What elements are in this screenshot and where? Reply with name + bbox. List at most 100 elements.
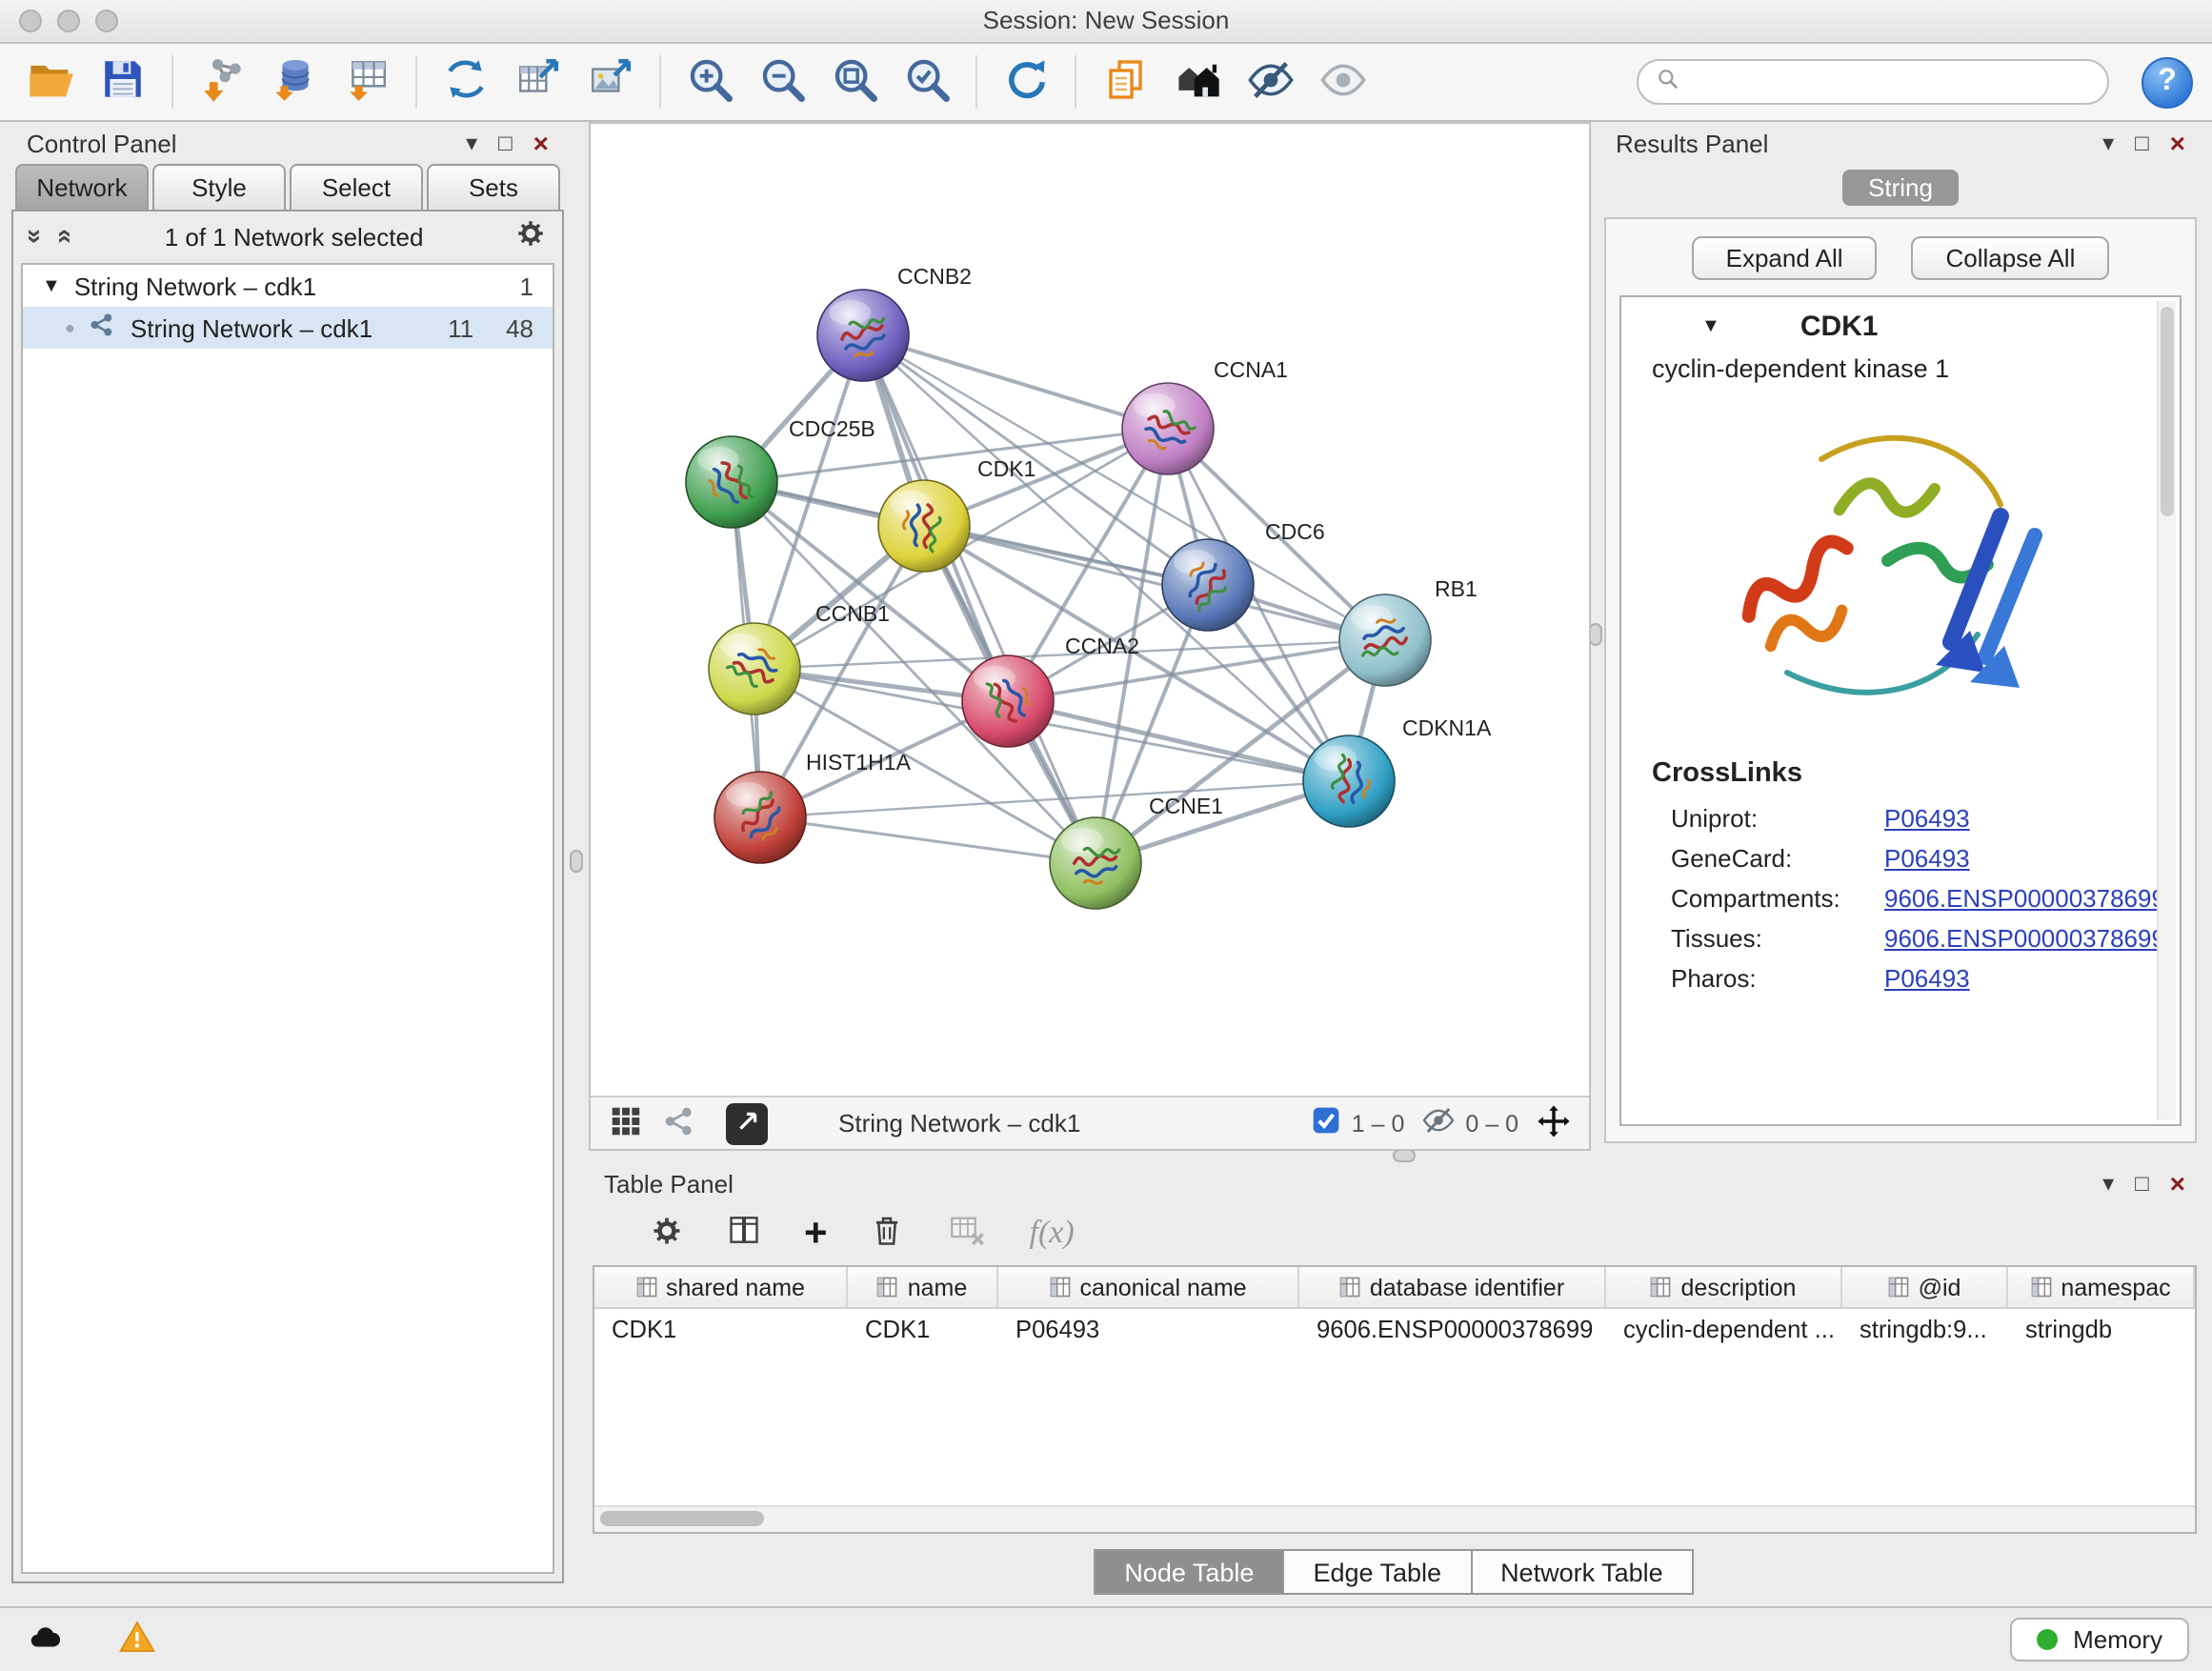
checkbox-icon: [1312, 1105, 1342, 1141]
tree-expander-icon[interactable]: ▼: [42, 275, 61, 296]
move-icon: [1536, 1116, 1572, 1144]
expand-networks-button[interactable]: »: [21, 229, 51, 244]
network-view-panel: CCNB2CCNA1CDC25BCDK1CDC6RB1CCNB1CCNA2CDK…: [589, 122, 1591, 1151]
entry-collapse-icon[interactable]: ▼: [1701, 316, 1720, 337]
column-header[interactable]: namespac: [2008, 1267, 2195, 1307]
tab-style[interactable]: Style: [152, 164, 286, 210]
open-in-new-window-button[interactable]: [726, 1102, 768, 1144]
crosslink-label: GeneCard:: [1671, 844, 1884, 873]
export-image-button[interactable]: [579, 50, 642, 114]
crosslink-label: Uniprot:: [1671, 804, 1884, 833]
expand-all-button[interactable]: Expand All: [1692, 236, 1878, 280]
crosslink-link[interactable]: 9606.ENSP00000378699: [1884, 924, 2165, 953]
tab-sets[interactable]: Sets: [427, 164, 560, 210]
crosslink-link[interactable]: 9606.ENSP00000378699: [1884, 884, 2165, 913]
delete-column-button[interactable]: [870, 1211, 906, 1255]
show-all-button[interactable]: [1311, 50, 1374, 114]
apply-layout-button[interactable]: [995, 50, 1057, 114]
table-row[interactable]: CDK1 CDK1 P06493 9606.ENSP00000378699 cy…: [594, 1309, 2195, 1349]
panel-menu-button[interactable]: ▾: [466, 131, 477, 154]
panel-menu-button[interactable]: ▾: [2102, 1172, 2114, 1195]
panel-float-button[interactable]: □: [2135, 131, 2149, 154]
import-network-database-button[interactable]: [263, 50, 326, 114]
import-table-button[interactable]: [335, 50, 398, 114]
splitter-handle[interactable]: [1393, 1149, 1416, 1162]
cell-description[interactable]: cyclin-dependent ...: [1606, 1315, 1842, 1343]
open-session-button[interactable]: [19, 50, 82, 114]
toolbar-separator: [415, 55, 417, 109]
pan-mode-button[interactable]: [1536, 1102, 1572, 1144]
cell-id[interactable]: stringdb:9...: [1842, 1315, 2008, 1343]
tab-select[interactable]: Select: [290, 164, 423, 210]
crosslink-label: Tissues:: [1671, 924, 1884, 953]
zoom-in-button[interactable]: [678, 50, 741, 114]
column-header[interactable]: @id: [1842, 1267, 2008, 1307]
zoom-fit-button[interactable]: [823, 50, 886, 114]
zoom-selected-button[interactable]: [895, 50, 958, 114]
panel-close-button[interactable]: ×: [533, 130, 549, 156]
delete-table-button[interactable]: [948, 1210, 988, 1256]
birdseye-view-button[interactable]: [608, 1102, 644, 1144]
column-label: namespac: [2061, 1274, 2170, 1300]
network-collection-row[interactable]: ▼ String Network – cdk1 1: [23, 265, 553, 307]
tab-network-table[interactable]: Network Table: [1470, 1549, 1694, 1595]
cell-database-identifier[interactable]: 9606.ENSP00000378699: [1299, 1315, 1606, 1343]
question-mark: ?: [2158, 65, 2177, 99]
create-column-button[interactable]: +: [804, 1213, 828, 1253]
cloud-status-button[interactable]: [23, 1619, 67, 1661]
column-header[interactable]: description: [1606, 1267, 1842, 1307]
splitter-handle[interactable]: [570, 850, 583, 873]
panel-menu-button[interactable]: ▾: [2102, 131, 2114, 154]
network-canvas[interactable]: CCNB2CCNA1CDC25BCDK1CDC6RB1CCNB1CCNA2CDK…: [591, 124, 1589, 1096]
memory-button[interactable]: Memory: [2010, 1618, 2189, 1661]
scrollbar-thumb[interactable]: [600, 1511, 764, 1526]
string-results-tab[interactable]: String: [1841, 170, 1960, 206]
crosslink-link[interactable]: P06493: [1884, 844, 1970, 873]
help-button[interactable]: ?: [2142, 56, 2193, 108]
new-network-from-selection-button[interactable]: [434, 50, 497, 114]
column-header[interactable]: name: [848, 1267, 998, 1307]
save-session-button[interactable]: [91, 50, 154, 114]
database-import-icon: [271, 55, 318, 109]
node-result-entry: ▼ CDK1 cyclin-dependent kinase 1: [1619, 295, 2182, 1126]
network-options-gear-button[interactable]: [514, 217, 547, 255]
tab-edge-table[interactable]: Edge Table: [1282, 1549, 1472, 1595]
network-row[interactable]: ● String Network – cdk1 11 48: [23, 307, 553, 349]
panel-close-button[interactable]: ×: [2170, 130, 2185, 156]
gear-icon: [514, 227, 547, 255]
zoom-out-button[interactable]: [751, 50, 814, 114]
export-table-button[interactable]: [507, 50, 570, 114]
tab-network[interactable]: Network: [15, 164, 149, 210]
panel-float-button[interactable]: □: [498, 131, 513, 154]
collapse-networks-button[interactable]: «: [50, 229, 81, 244]
string-results-box: Expand All Collapse All ▼ CDK1 cyclin-de…: [1604, 217, 2197, 1143]
string-home-button[interactable]: [1166, 50, 1229, 114]
cell-name[interactable]: CDK1: [848, 1315, 998, 1343]
table-horizontal-scrollbar[interactable]: [594, 1505, 2195, 1532]
crosslink-row: Compartments: 9606.ENSP00000378699: [1621, 878, 2180, 918]
duplicate-network-button[interactable]: [1094, 50, 1156, 114]
panel-float-button[interactable]: □: [2135, 1172, 2149, 1195]
column-header[interactable]: canonical name: [998, 1267, 1299, 1307]
cell-shared-name[interactable]: CDK1: [594, 1315, 848, 1343]
crosslink-link[interactable]: P06493: [1884, 964, 1970, 993]
crosslink-link[interactable]: P06493: [1884, 804, 1970, 833]
cell-canonical-name[interactable]: P06493: [998, 1315, 1299, 1343]
collapse-all-button[interactable]: Collapse All: [1912, 236, 2110, 280]
import-network-file-button[interactable]: [191, 50, 253, 114]
hide-selected-button[interactable]: [1238, 50, 1301, 114]
column-header[interactable]: database identifier: [1299, 1267, 1606, 1307]
panel-close-button[interactable]: ×: [2170, 1170, 2185, 1197]
tab-node-table[interactable]: Node Table: [1094, 1549, 1284, 1595]
warnings-button[interactable]: [116, 1618, 158, 1661]
results-scrollbar[interactable]: [2157, 301, 2176, 1120]
network-share-button[interactable]: [661, 1102, 697, 1144]
current-network-indicator: ●: [65, 318, 75, 337]
function-builder-button[interactable]: f(x): [1030, 1214, 1075, 1252]
table-settings-button[interactable]: [650, 1213, 684, 1253]
node-count: 11: [448, 313, 473, 342]
column-header[interactable]: shared name: [594, 1267, 848, 1307]
search-input[interactable]: [1692, 66, 2090, 98]
show-columns-button[interactable]: [726, 1212, 762, 1254]
cell-namespace[interactable]: stringdb: [2008, 1315, 2195, 1343]
